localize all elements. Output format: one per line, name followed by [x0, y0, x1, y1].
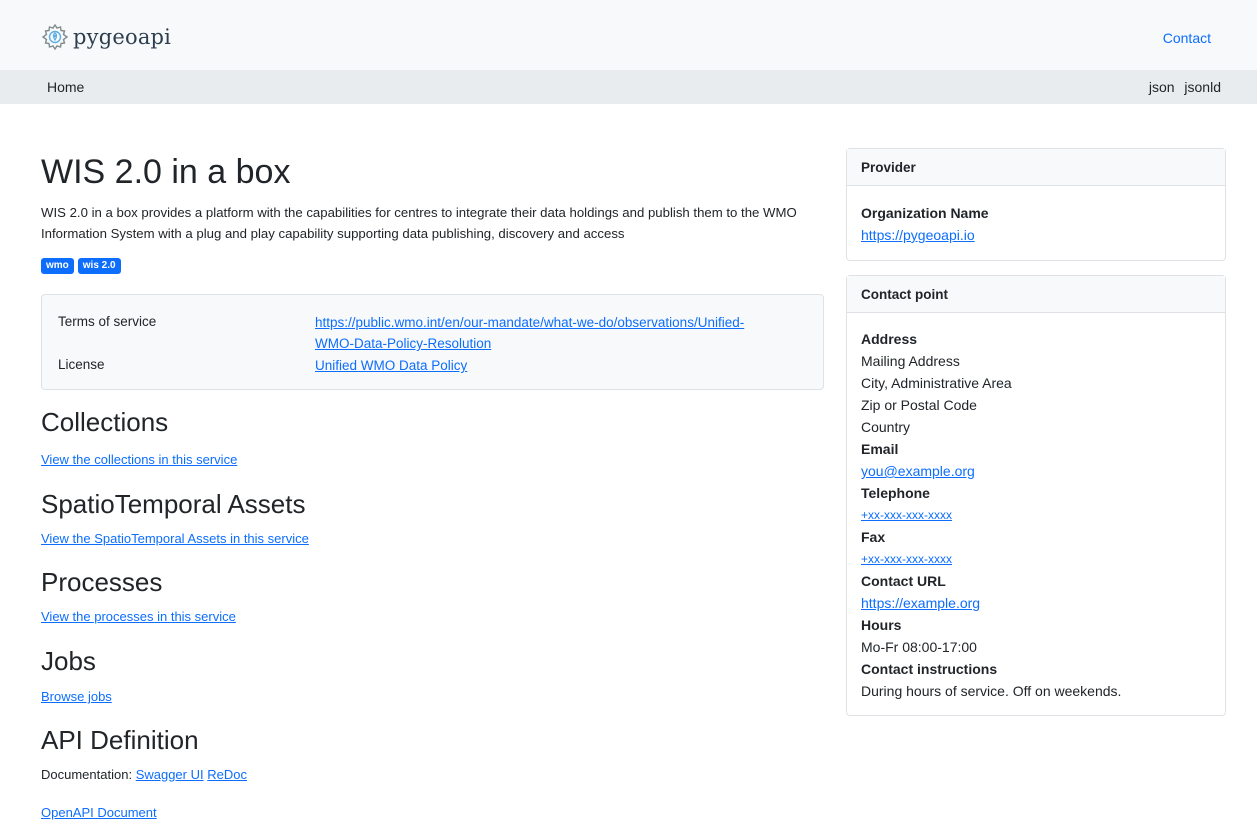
address-line: Country [861, 419, 911, 435]
processes-heading: Processes [41, 567, 163, 597]
hours-label: Hours [861, 617, 902, 633]
page-title: WIS 2.0 in a box [41, 153, 291, 191]
format-links: json jsonld [1143, 79, 1221, 95]
keyword-badge: wis 2.0 [77, 258, 121, 274]
redoc-link[interactable]: ReDoc [207, 767, 247, 782]
address-line: Mailing Address [861, 353, 960, 369]
address-line: Zip or Postal Code [861, 397, 977, 413]
hours-value: Mo-Fr 08:00-17:00 [861, 639, 977, 655]
keyword-badge: wmo [41, 258, 74, 274]
address-label: Address [861, 331, 918, 347]
api-definition-heading: API Definition [41, 725, 199, 755]
telephone-link[interactable]: +xx-xxx-xxx-xxxx [861, 504, 1211, 526]
terms-of-service-label: Terms of service [58, 314, 157, 329]
documentation-line: Documentation: Swagger UI ReDoc [41, 767, 247, 782]
terms-license-panel: Terms of service https://public.wmo.int/… [41, 294, 824, 390]
contact-url-link[interactable]: https://example.org [861, 592, 1211, 614]
contact-url-label: Contact URL [861, 573, 946, 589]
jobs-heading: Jobs [41, 646, 96, 676]
license-label: License [58, 357, 105, 372]
fax-label: Fax [861, 529, 886, 545]
fax-link[interactable]: +xx-xxx-xxx-xxxx [861, 548, 1211, 570]
address-line: City, Administrative Area [861, 375, 1012, 391]
contact-point-card: Contact point Address Mailing Address Ci… [846, 275, 1226, 716]
terms-of-service-link[interactable]: https://public.wmo.int/en/our-mandate/wh… [315, 312, 815, 333]
top-header: pygeoapi Contact [0, 0, 1257, 70]
documentation-label: Documentation: [41, 767, 133, 782]
keyword-badges: wmo wis 2.0 [41, 258, 824, 274]
provider-card-body: Organization Name https://pygeoapi.io [847, 186, 1225, 258]
terms-of-service-link-cont[interactable]: WMO-Data-Policy-Resolution [315, 333, 815, 354]
email-link[interactable]: you@example.org [861, 460, 1211, 482]
home-link[interactable]: Home [47, 79, 84, 95]
contact-point-card-header: Contact point [847, 276, 1225, 313]
json-format-link[interactable]: json [1149, 79, 1175, 95]
contact-link[interactable]: Contact [1163, 30, 1211, 46]
logo-text: pygeoapi [73, 25, 172, 49]
openapi-document-link[interactable]: OpenAPI Document [41, 805, 157, 820]
processes-link[interactable]: View the processes in this service [41, 609, 236, 624]
pygeoapi-logo[interactable]: pygeoapi [40, 22, 171, 52]
license-link[interactable]: Unified WMO Data Policy [315, 355, 815, 376]
breadcrumb-bar: Home json jsonld [0, 70, 1257, 104]
jobs-link[interactable]: Browse jobs [41, 689, 112, 704]
telephone-label: Telephone [861, 485, 930, 501]
service-description: WIS 2.0 in a box provides a platform wit… [41, 205, 797, 241]
provider-card: Provider Organization Name https://pygeo… [846, 148, 1226, 261]
stac-heading: SpatioTemporal Assets [41, 489, 306, 519]
contact-instructions-value: During hours of service. Off on weekends… [861, 683, 1122, 699]
main-content: WIS 2.0 in a box WIS 2.0 in a box provid… [41, 150, 824, 820]
stac-link[interactable]: View the SpatioTemporal Assets in this s… [41, 531, 309, 546]
collections-heading: Collections [41, 407, 169, 437]
email-label: Email [861, 441, 899, 457]
jsonld-format-link[interactable]: jsonld [1184, 79, 1221, 95]
collections-link[interactable]: View the collections in this service [41, 452, 237, 467]
provider-card-header: Provider [847, 149, 1225, 186]
contact-point-card-body: Address Mailing Address City, Administra… [847, 313, 1225, 714]
organization-url-link[interactable]: https://pygeoapi.io [861, 224, 1211, 246]
contact-instructions-label: Contact instructions [861, 661, 998, 677]
swagger-ui-link[interactable]: Swagger UI [136, 767, 204, 782]
terms-of-service-value: https://public.wmo.int/en/our-mandate/wh… [315, 312, 815, 354]
organization-name-label: Organization Name [861, 205, 989, 221]
gear-globe-icon [41, 23, 69, 51]
